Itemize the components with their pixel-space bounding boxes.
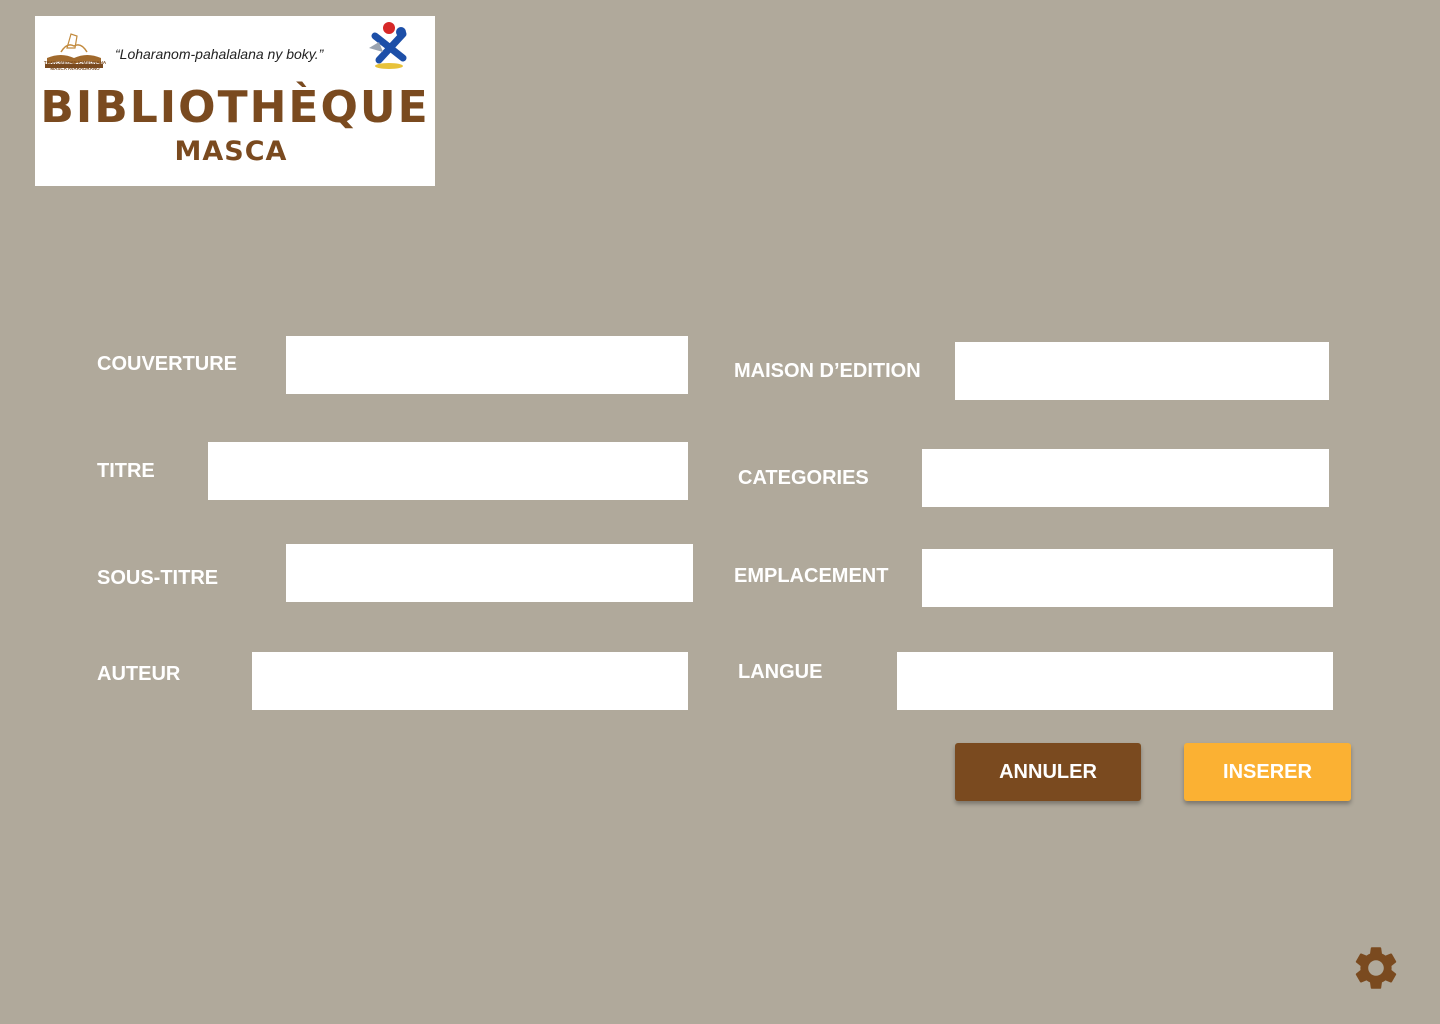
emplacement-input[interactable] xyxy=(922,549,1333,607)
categories-input[interactable] xyxy=(922,449,1329,507)
label-maison-edition: MAISON D’EDITION xyxy=(734,360,921,382)
logo-title: BIBLIOTHÈQUE xyxy=(40,82,430,133)
label-emplacement: EMPLACEMENT xyxy=(734,565,889,587)
mascot-icon xyxy=(369,22,407,69)
maison-edition-input[interactable] xyxy=(955,342,1329,400)
label-sous-titre: SOUS-TITRE xyxy=(97,567,219,589)
open-book-icon xyxy=(45,33,103,68)
titre-input[interactable] xyxy=(208,442,688,500)
logo-book-caption: TRANOMBOKY IOMBONANA MASCA AVARADRANO xyxy=(43,60,107,71)
label-auteur: AUTEUR xyxy=(97,663,181,685)
logo-slogan: “Loharanom-pahalalana ny boky.” xyxy=(115,46,324,62)
insert-button[interactable]: INSERER xyxy=(1184,743,1351,801)
library-logo: TRANOMBOKY IOMBONANA MASCA AVARADRANO “L… xyxy=(35,16,435,186)
label-categories: CATEGORIES xyxy=(738,467,869,489)
couverture-input[interactable] xyxy=(286,336,688,394)
label-titre: TITRE xyxy=(97,460,155,482)
langue-input[interactable] xyxy=(897,652,1333,710)
label-langue: LANGUE xyxy=(738,661,823,683)
auteur-input[interactable] xyxy=(252,652,688,710)
sous-titre-input[interactable] xyxy=(286,544,693,602)
logo-subtitle: MASCA xyxy=(174,136,288,167)
label-couverture: COUVERTURE xyxy=(97,353,238,375)
cancel-button[interactable]: ANNULER xyxy=(955,743,1141,801)
gear-icon[interactable] xyxy=(1350,942,1402,994)
